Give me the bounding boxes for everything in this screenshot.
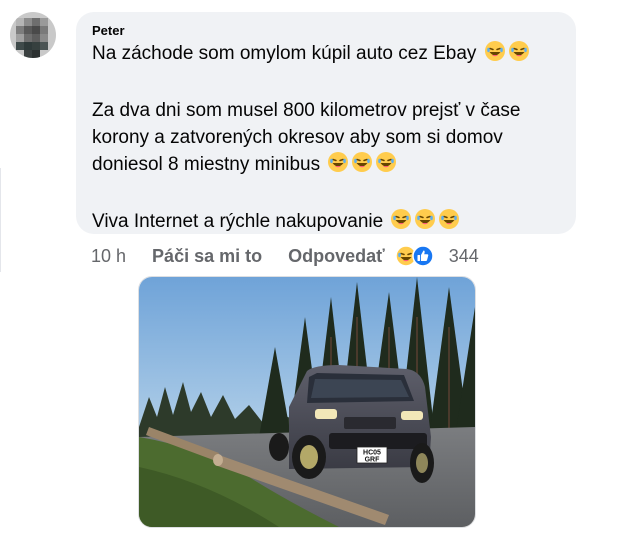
- comment-text: doniesol 8 miestny minibus: [92, 154, 321, 175]
- laughing-emoji-icon: [414, 208, 436, 238]
- minibus-photo-illustration: HC05 GRF: [139, 277, 475, 527]
- comment-timestamp[interactable]: 10 h: [91, 246, 126, 267]
- laughing-emoji-icon: [438, 208, 460, 238]
- laughing-emoji-icon: [484, 40, 506, 70]
- comment-text: korony a zatvorených okresov aby som si …: [92, 127, 503, 148]
- comment-line: Na záchode som omylom kúpil auto cez Eba…: [92, 40, 562, 70]
- laughing-emoji-group: [325, 152, 397, 175]
- comment-text: Viva Internet a rýchle nakupovanie: [92, 211, 384, 232]
- like-reaction-icon: [412, 245, 434, 272]
- laughing-emoji-icon: [390, 208, 412, 238]
- plate-text: HC05: [363, 450, 381, 457]
- laughing-emoji-group: [482, 41, 530, 64]
- like-button[interactable]: Páči sa mi to: [152, 246, 262, 267]
- comment-text: Na záchode som omylom kúpil auto cez Eba…: [92, 43, 477, 64]
- attached-photo[interactable]: HC05 GRF: [138, 276, 476, 528]
- comment-bubble: Peter Na záchode som omylom kúpil auto c…: [76, 12, 576, 234]
- reaction-count[interactable]: 344: [449, 246, 479, 267]
- laughing-emoji-icon: [508, 40, 530, 70]
- avatar[interactable]: [10, 12, 56, 58]
- laughing-emoji-group: [388, 209, 460, 232]
- comment-actions: 10 h Páči sa mi to Odpovedať 344: [91, 242, 479, 270]
- plate-text: GRF: [365, 457, 381, 464]
- laughing-emoji-icon: [327, 151, 349, 181]
- reaction-icons[interactable]: [395, 244, 441, 268]
- laughing-emoji-icon: [375, 151, 397, 181]
- reply-button[interactable]: Odpovedať: [288, 246, 385, 267]
- comment-text: Za dva dni som musel 800 kilometrov prej…: [92, 100, 521, 121]
- thread-line: [0, 168, 1, 272]
- comment-author[interactable]: Peter: [92, 22, 562, 40]
- laughing-emoji-icon: [351, 151, 373, 181]
